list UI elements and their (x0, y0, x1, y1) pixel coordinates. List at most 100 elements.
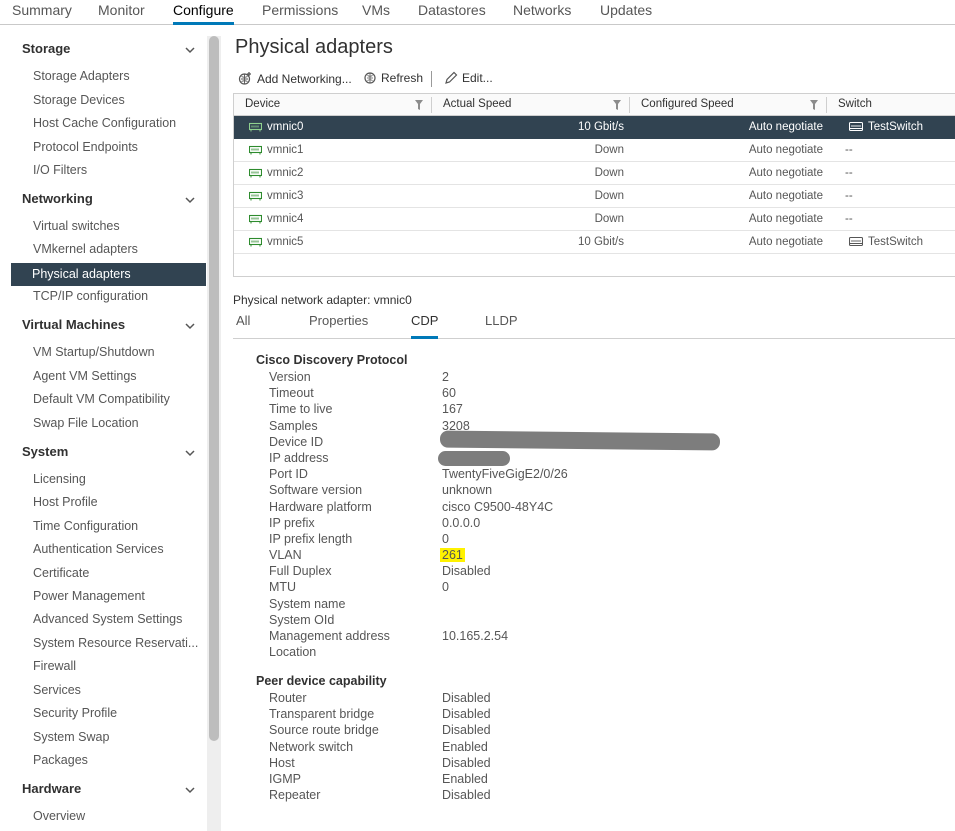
column-actual-speed[interactable]: Actual Speed (432, 94, 511, 116)
sidebar-item-host-profile[interactable]: Host Profile (33, 495, 98, 509)
sidebar-item-certificate[interactable]: Certificate (33, 566, 89, 580)
cdp-field-value: 10.165.2.54 (442, 629, 509, 643)
sidebar-item-host-cache[interactable]: Host Cache Configuration (33, 116, 176, 130)
grid-header: Device Actual Speed Configured Speed Swi… (234, 94, 955, 116)
sidebar-scrollbar[interactable] (207, 36, 221, 831)
actual-speed-cell: Down (594, 190, 624, 202)
table-row[interactable]: vmnic5 10 Gbit/s Auto negotiate TestSwitch (234, 231, 955, 254)
table-row[interactable]: vmnic4 Down Auto negotiate -- (234, 208, 955, 231)
cdp-field-value: 261 (440, 548, 465, 562)
switch-icon (849, 236, 863, 247)
tab-lldp[interactable]: LLDP (485, 313, 518, 339)
cdp-section-title: Cisco Discovery Protocol (256, 353, 408, 367)
sidebar-item-packages[interactable]: Packages (33, 753, 88, 767)
add-networking-button[interactable]: Add Networking... (238, 71, 352, 86)
sidebar-item-time-configuration[interactable]: Time Configuration (33, 519, 138, 533)
chevron-down-icon[interactable] (184, 447, 196, 459)
sidebar-item-protocol-endpoints[interactable]: Protocol Endpoints (33, 140, 138, 154)
sidebar-item-security-profile[interactable]: Security Profile (33, 706, 117, 720)
sidebar-item-virtual-switches[interactable]: Virtual switches (33, 219, 120, 233)
actual-speed-cell: Down (594, 213, 624, 225)
device-cell: vmnic2 (267, 167, 304, 179)
sidebar-item-agent-vm-settings[interactable]: Agent VM Settings (33, 369, 137, 383)
tab-all[interactable]: All (236, 313, 250, 339)
table-row[interactable]: vmnic2 Down Auto negotiate -- (234, 162, 955, 185)
cdp-field-label: Location (269, 645, 317, 659)
sidebar-item-tcpip-configuration[interactable]: TCP/IP configuration (33, 289, 148, 303)
filter-icon[interactable] (613, 100, 621, 110)
cdp-field-value: TwentyFiveGigE2/0/26 (442, 467, 568, 481)
cdp-field-label: Device ID (269, 435, 324, 449)
refresh-button[interactable]: Refresh (363, 71, 423, 85)
peer-field-value: Enabled (442, 740, 488, 754)
chevron-down-icon[interactable] (184, 784, 196, 796)
sidebar-item-services[interactable]: Services (33, 683, 81, 697)
sidebar-item-physical-adapters[interactable]: Physical adapters (11, 263, 206, 286)
sidebar-section-system[interactable]: System (22, 444, 68, 459)
switch-cell: -- (845, 213, 853, 225)
tab-cdp[interactable]: CDP (411, 313, 439, 339)
network-card-icon (249, 122, 262, 132)
column-configured-speed[interactable]: Configured Speed (630, 94, 734, 116)
sidebar-item-authentication-services[interactable]: Authentication Services (33, 542, 164, 556)
sidebar-item-swap-file-location[interactable]: Swap File Location (33, 416, 139, 430)
switch-cell[interactable]: TestSwitch (868, 116, 923, 138)
cdp-field-value: cisco C9500-48Y4C (442, 500, 554, 514)
column-device[interactable]: Device (234, 94, 280, 116)
sidebar-section-hardware[interactable]: Hardware (22, 781, 81, 796)
sidebar-item-system-resource-reservation[interactable]: System Resource Reservati... (33, 636, 198, 650)
tab-datastores[interactable]: Datastores (418, 1, 486, 25)
sidebar-item-storage-devices[interactable]: Storage Devices (33, 93, 125, 107)
peer-field-label: Host (269, 756, 295, 770)
column-switch[interactable]: Switch (827, 94, 872, 116)
tab-vms[interactable]: VMs (362, 1, 390, 25)
tab-updates[interactable]: Updates (600, 1, 652, 25)
tab-summary[interactable]: Summary (12, 1, 72, 25)
edit-button[interactable]: Edit... (444, 71, 493, 85)
cdp-field-label: Hardware platform (269, 500, 372, 514)
table-row[interactable]: vmnic1 Down Auto negotiate -- (234, 139, 955, 162)
chevron-down-icon[interactable] (184, 44, 196, 56)
sidebar-item-firewall[interactable]: Firewall (33, 659, 76, 673)
tab-networks[interactable]: Networks (513, 1, 571, 25)
sidebar-item-advanced-system-settings[interactable]: Advanced System Settings (33, 612, 182, 626)
device-cell: vmnic3 (267, 190, 304, 202)
device-cell: vmnic5 (267, 236, 304, 248)
table-row[interactable]: vmnic3 Down Auto negotiate -- (234, 185, 955, 208)
redaction-mark (438, 451, 510, 466)
tab-permissions[interactable]: Permissions (262, 1, 338, 25)
filter-icon[interactable] (415, 100, 423, 110)
add-network-icon (238, 72, 251, 85)
sidebar-item-system-swap[interactable]: System Swap (33, 730, 109, 744)
peer-field-label: IGMP (269, 772, 301, 786)
tab-monitor[interactable]: Monitor (98, 1, 145, 25)
configured-speed-cell: Auto negotiate (748, 190, 823, 202)
tab-configure[interactable]: Configure (173, 1, 234, 25)
table-row[interactable]: vmnic0 10 Gbit/s Auto negotiate TestSwitch (234, 116, 955, 139)
sidebar-item-licensing[interactable]: Licensing (33, 472, 86, 486)
detail-title: Physical network adapter: vmnic0 (233, 293, 412, 307)
tab-properties[interactable]: Properties (309, 313, 368, 339)
sidebar-item-storage-adapters[interactable]: Storage Adapters (33, 69, 130, 83)
cdp-field-label: System name (269, 597, 346, 611)
sidebar-section-storage[interactable]: Storage (22, 41, 70, 56)
filter-icon[interactable] (810, 100, 818, 110)
cdp-field-value: 0 (442, 532, 449, 546)
peer-field-label: Source route bridge (269, 723, 379, 737)
chevron-down-icon[interactable] (184, 320, 196, 332)
sidebar-item-power-management[interactable]: Power Management (33, 589, 145, 603)
sidebar-section-virtual-machines[interactable]: Virtual Machines (22, 317, 125, 332)
cdp-field-value: 0 (442, 580, 449, 594)
sidebar-item-overview[interactable]: Overview (33, 809, 85, 823)
chevron-down-icon[interactable] (184, 194, 196, 206)
sidebar-section-networking[interactable]: Networking (22, 191, 93, 206)
sidebar-item-io-filters[interactable]: I/O Filters (33, 163, 87, 177)
sidebar: Storage Storage Adapters Storage Devices… (0, 26, 206, 831)
sidebar-item-default-vm-compat[interactable]: Default VM Compatibility (33, 392, 170, 406)
sidebar-scroll-thumb[interactable] (209, 36, 219, 741)
page-title: Physical adapters (235, 36, 393, 58)
sidebar-item-vm-startup[interactable]: VM Startup/Shutdown (33, 345, 155, 359)
switch-cell[interactable]: TestSwitch (868, 231, 923, 253)
sidebar-item-vmkernel-adapters[interactable]: VMkernel adapters (33, 242, 138, 256)
cdp-field-label: VLAN (269, 548, 302, 562)
